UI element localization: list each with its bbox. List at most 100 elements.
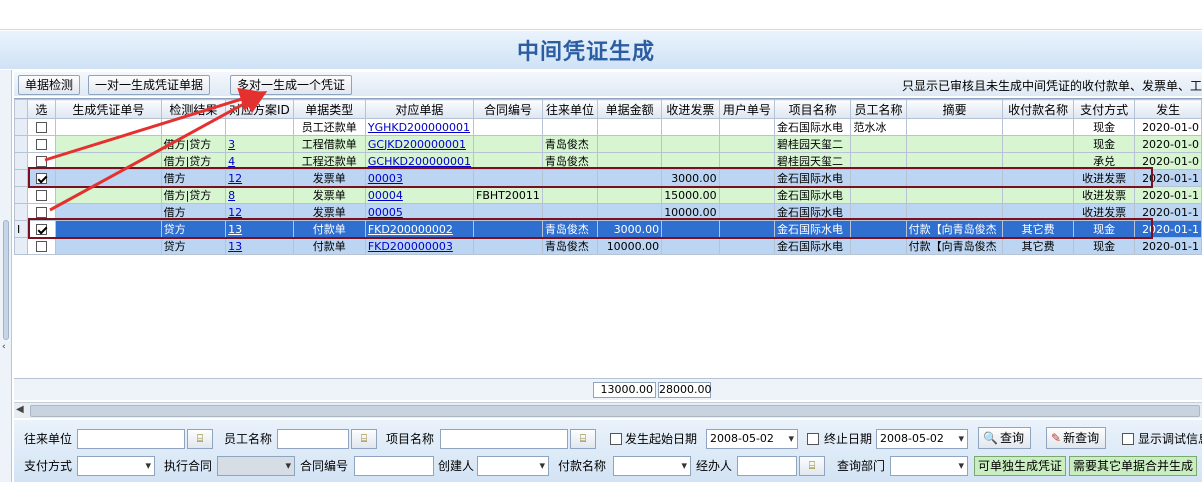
- picker-icon[interactable]: ⌸: [187, 429, 213, 449]
- table-row[interactable]: 借方|贷方 3 工程借款单 GCJKD200000001 青岛俊杰 碧桂园天玺二 现金 202…: [14, 135, 1202, 153]
- one-to-one-button[interactable]: 一对一生成凭证单据: [88, 75, 211, 95]
- column-header[interactable]: 摘要: [905, 99, 1004, 119]
- row-select-cell[interactable]: [26, 203, 57, 221]
- table-row[interactable]: 贷方 13 付款单 FKD200000003 青岛俊杰 10000.00 金石国际水电 付款【…: [14, 237, 1202, 255]
- row-header[interactable]: [14, 118, 28, 136]
- table-row[interactable]: 员工还款单 YGHKD200000001 金石国际水电 范水冰 现金 2020-01-0: [14, 118, 1202, 136]
- cell-link[interactable]: 13: [228, 223, 242, 236]
- row-header[interactable]: [14, 152, 28, 170]
- single-voucher-button[interactable]: 可单独生成凭证: [974, 456, 1067, 476]
- merge-voucher-button[interactable]: 需要其它单据合并生成: [1069, 456, 1198, 476]
- cell-link[interactable]: GCJKD200000001: [368, 138, 466, 151]
- pay-method-select[interactable]: [77, 456, 155, 476]
- cell-link[interactable]: 8: [228, 189, 235, 202]
- employee-input[interactable]: [277, 429, 349, 449]
- row-header[interactable]: I: [14, 220, 28, 238]
- contract-no-input[interactable]: [354, 456, 434, 476]
- row-select-cell[interactable]: [26, 169, 57, 187]
- picker-icon[interactable]: ⌸: [351, 429, 377, 449]
- cell-scheme-id[interactable]: 3: [225, 135, 294, 153]
- cell-scheme-id[interactable]: 4: [225, 152, 294, 170]
- row-select-cell[interactable]: [26, 152, 57, 170]
- cell-scheme-id[interactable]: 13: [225, 237, 294, 255]
- picker-icon[interactable]: ⌸: [570, 429, 596, 449]
- scroll-thumb[interactable]: [30, 405, 1200, 417]
- query-button[interactable]: 🔍 查询: [978, 427, 1031, 449]
- column-header[interactable]: 收进发票: [661, 99, 720, 119]
- cell-link[interactable]: 4: [228, 155, 235, 168]
- new-query-button[interactable]: ✎ 新查询: [1046, 427, 1107, 449]
- column-header[interactable]: 发生: [1134, 99, 1202, 119]
- row-checkbox[interactable]: [35, 207, 47, 218]
- row-header[interactable]: [14, 186, 28, 204]
- column-header[interactable]: 检测结果: [160, 99, 227, 119]
- row-checkbox[interactable]: [35, 156, 47, 167]
- table-row[interactable]: I 贷方 13 付款单 FKD200000002 青岛俊杰 3000.00 金石国际水电 付款【…: [14, 220, 1202, 238]
- left-splitter[interactable]: ‹: [0, 70, 12, 482]
- column-header[interactable]: 支付方式: [1072, 99, 1136, 119]
- cell-link[interactable]: 00005: [368, 206, 403, 219]
- column-header[interactable]: 对应单据: [364, 99, 475, 119]
- row-select-cell[interactable]: [26, 237, 57, 255]
- cell-link[interactable]: 00003: [368, 172, 403, 185]
- row-checkbox[interactable]: [35, 173, 47, 184]
- splitter-grip[interactable]: [3, 220, 9, 340]
- row-checkbox[interactable]: [35, 190, 47, 201]
- cell-link[interactable]: 12: [228, 172, 242, 185]
- row-header[interactable]: [14, 135, 28, 153]
- end-date-checkbox[interactable]: [807, 433, 819, 445]
- cell-link[interactable]: 3: [228, 138, 235, 151]
- row-select-cell[interactable]: [26, 118, 57, 136]
- cell-link[interactable]: FKD200000003: [368, 240, 453, 253]
- start-date-picker[interactable]: 2008-05-02: [706, 429, 798, 449]
- cell-link[interactable]: 13: [228, 240, 242, 253]
- cell-link[interactable]: 12: [228, 206, 242, 219]
- debug-checkbox[interactable]: [1122, 433, 1134, 445]
- column-header[interactable]: 单据类型: [292, 99, 366, 119]
- row-checkbox[interactable]: [35, 241, 47, 252]
- row-select-cell[interactable]: [26, 135, 57, 153]
- cell-doc-no[interactable]: 00003: [364, 169, 475, 187]
- row-select-cell[interactable]: [26, 220, 57, 238]
- project-input[interactable]: [440, 429, 568, 449]
- row-header[interactable]: [14, 237, 28, 255]
- column-header[interactable]: 合同编号: [473, 99, 543, 119]
- end-date-picker[interactable]: 2008-05-02: [876, 429, 968, 449]
- row-header[interactable]: [14, 203, 28, 221]
- collapse-left-icon[interactable]: ‹: [2, 342, 6, 352]
- start-date-checkbox[interactable]: [610, 433, 622, 445]
- column-header[interactable]: 往来单位: [541, 99, 599, 119]
- cell-doc-no[interactable]: 00004: [364, 186, 475, 204]
- cell-doc-no[interactable]: YGHKD200000001: [364, 118, 475, 136]
- cell-link[interactable]: YGHKD200000001: [368, 121, 470, 134]
- exec-contract-select[interactable]: [217, 456, 295, 476]
- cell-doc-no[interactable]: FKD200000002: [364, 220, 475, 238]
- partner-input[interactable]: [77, 429, 185, 449]
- row-checkbox[interactable]: [35, 122, 47, 133]
- column-header[interactable]: 对应方案ID: [225, 99, 294, 119]
- row-checkbox[interactable]: [35, 139, 47, 150]
- cell-scheme-id[interactable]: 12: [225, 203, 294, 221]
- table-row[interactable]: 借方 12 发票单 00005 10000.00 金石国际水电 收进发票 2020-01-1: [14, 203, 1202, 221]
- table-row[interactable]: 借方 12 发票单 00003 3000.00 金石国际水电 收进发票 2020-01-1: [14, 169, 1202, 187]
- handler-input[interactable]: [737, 456, 797, 476]
- scroll-left-icon[interactable]: ◀: [16, 404, 24, 415]
- column-header[interactable]: 用户单号: [718, 99, 775, 119]
- picker-icon[interactable]: ⌸: [799, 456, 825, 476]
- cell-scheme-id[interactable]: [225, 118, 294, 136]
- column-header[interactable]: 选: [26, 99, 57, 119]
- table-row[interactable]: 借方|贷方 4 工程还款单 GCHKD200000001 青岛俊杰 碧桂园天玺二 承兑 202…: [14, 152, 1202, 170]
- horizontal-scrollbar[interactable]: ◀: [14, 402, 1202, 418]
- many-to-one-button[interactable]: 多对一生成一个凭证: [230, 75, 353, 95]
- cell-link[interactable]: FKD200000002: [368, 223, 453, 236]
- column-header[interactable]: 收付款名称: [1002, 99, 1074, 119]
- cell-link[interactable]: 00004: [368, 189, 403, 202]
- cell-scheme-id[interactable]: 8: [225, 186, 294, 204]
- cell-doc-no[interactable]: FKD200000003: [364, 237, 475, 255]
- column-header[interactable]: 单据金额: [597, 99, 663, 119]
- pay-name-select[interactable]: [613, 456, 691, 476]
- cell-doc-no[interactable]: GCHKD200000001: [364, 152, 475, 170]
- cell-doc-no[interactable]: GCJKD200000001: [364, 135, 475, 153]
- row-checkbox[interactable]: [35, 224, 47, 235]
- cell-scheme-id[interactable]: 12: [225, 169, 294, 187]
